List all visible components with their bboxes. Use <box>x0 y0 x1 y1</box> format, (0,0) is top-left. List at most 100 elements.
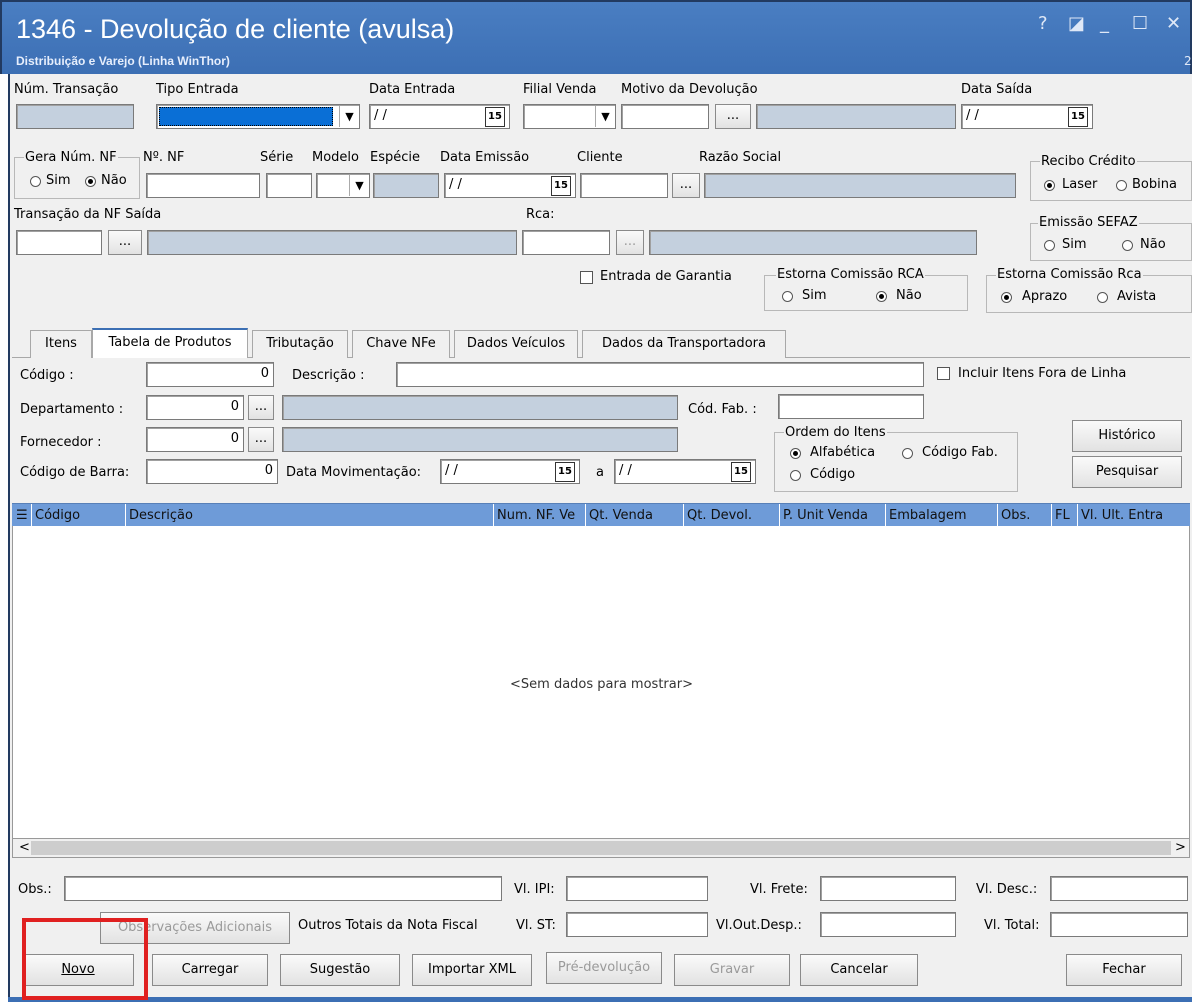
calendar-icon[interactable]: 15 <box>731 462 751 482</box>
pesquisar-button[interactable]: Pesquisar <box>1072 456 1182 488</box>
vl-desc-field[interactable] <box>1050 876 1188 901</box>
estorna-rca-sim-radio[interactable] <box>782 291 793 302</box>
vl-st-field[interactable] <box>566 912 708 937</box>
vl-ipi-label: Vl. IPI: <box>514 882 555 897</box>
calendar-icon[interactable]: 15 <box>555 462 575 482</box>
num-nf-field[interactable] <box>146 173 260 198</box>
sefaz-nao-radio[interactable] <box>1122 240 1133 251</box>
scrollbar-thumb[interactable] <box>31 841 1171 855</box>
vl-ipi-field[interactable] <box>566 876 708 901</box>
pre-devolucao-button[interactable]: Pré-devolução <box>546 952 662 984</box>
fechar-button[interactable]: Fechar <box>1066 954 1182 986</box>
data-saida-label: Data Saída <box>961 82 1033 97</box>
column-num-nf-venda[interactable]: Num. NF. Ve <box>494 504 586 527</box>
ordem-codigo-radio[interactable] <box>790 470 801 481</box>
cancelar-button[interactable]: Cancelar <box>800 954 918 986</box>
fornecedor-lookup-button[interactable]: ... <box>248 427 274 452</box>
tab-dados-veiculos[interactable]: Dados Veículos <box>454 330 578 358</box>
importar-xml-button[interactable]: Importar XML <box>412 954 532 986</box>
ordem-alfabetica-radio[interactable] <box>790 448 801 459</box>
data-entrada-field[interactable]: / / 15 <box>369 104 510 129</box>
tab-tributacao[interactable]: Tributação <box>252 330 348 358</box>
column-p-unit-venda[interactable]: P. Unit Venda <box>780 504 886 527</box>
gera-nao-radio[interactable] <box>85 176 96 187</box>
window-title-bar[interactable]: 1346 - Devolução de cliente (avulsa) Dis… <box>0 0 1192 74</box>
gravar-button[interactable]: Gravar <box>674 954 790 986</box>
descricao-field[interactable] <box>396 362 924 387</box>
sugestao-button[interactable]: Sugestão <box>280 954 400 986</box>
estorna-avista-radio[interactable] <box>1097 292 1108 303</box>
recibo-bobina-radio[interactable] <box>1116 180 1127 191</box>
motivo-devolucao-field[interactable] <box>621 104 709 129</box>
ordem-codigo-fab-radio[interactable] <box>902 448 913 459</box>
maximize-icon[interactable]: ☐ <box>1132 14 1148 34</box>
sefaz-sim-radio[interactable] <box>1044 240 1055 251</box>
serie-field[interactable] <box>266 173 312 198</box>
rca-label: Rca: <box>526 207 555 222</box>
grid-horizontal-scrollbar[interactable]: < > <box>12 838 1190 858</box>
recibo-laser-radio[interactable] <box>1044 180 1055 191</box>
column-qt-venda[interactable]: Qt. Venda <box>586 504 684 527</box>
calendar-icon[interactable]: 15 <box>485 107 505 127</box>
cliente-field[interactable] <box>580 173 668 198</box>
close-icon[interactable]: ✕ <box>1166 14 1181 34</box>
tab-chave-nfe[interactable]: Chave NFe <box>352 330 450 358</box>
tab-itens[interactable]: Itens <box>30 330 92 358</box>
scroll-left-icon[interactable]: < <box>19 840 30 856</box>
column-chooser-icon[interactable]: ☰ <box>12 504 32 527</box>
chevron-down-icon[interactable]: ▼ <box>339 106 359 127</box>
chevron-down-icon[interactable]: ▼ <box>595 106 615 127</box>
column-fl[interactable]: FL <box>1052 504 1078 527</box>
column-qt-devol[interactable]: Qt. Devol. <box>684 504 780 527</box>
cod-fab-field[interactable] <box>778 394 924 419</box>
vl-total-field[interactable] <box>1050 912 1188 937</box>
data-saida-field[interactable]: / / 15 <box>961 104 1093 129</box>
data-mov-to-field[interactable]: / / 15 <box>614 459 756 484</box>
chevron-down-icon[interactable]: ▼ <box>349 175 369 196</box>
column-codigo[interactable]: Código <box>32 504 126 527</box>
estorna-rca-nao-radio[interactable] <box>876 291 887 302</box>
rca-field[interactable] <box>522 230 610 255</box>
help-icon[interactable]: ? <box>1038 14 1048 34</box>
fornecedor-descricao-field <box>282 427 678 452</box>
tab-tabela-produtos[interactable]: Tabela de Produtos <box>92 328 248 358</box>
obs-field[interactable] <box>64 876 502 901</box>
gera-sim-label: Sim <box>46 173 71 188</box>
modelo-select[interactable]: ▼ <box>316 173 370 198</box>
transacao-nf-saida-field[interactable] <box>16 230 102 255</box>
entrada-garantia-checkbox[interactable] <box>580 271 593 284</box>
carregar-button[interactable]: Carregar <box>152 954 268 986</box>
calendar-icon[interactable]: 15 <box>551 176 571 196</box>
column-obs[interactable]: Obs. <box>998 504 1052 527</box>
incluir-fora-linha-checkbox[interactable] <box>937 367 950 380</box>
cliente-lookup-button[interactable]: ... <box>672 173 700 198</box>
scroll-right-icon[interactable]: > <box>1175 840 1186 856</box>
transacao-lookup-button[interactable]: ... <box>108 230 142 255</box>
column-descricao[interactable]: Descrição <box>126 504 494 527</box>
departamento-field[interactable]: 0 <box>146 395 244 420</box>
title-edge-text: 2 <box>1184 54 1192 68</box>
vl-frete-field[interactable] <box>820 876 956 901</box>
vl-out-desp-field[interactable] <box>820 912 956 937</box>
column-embalagem[interactable]: Embalagem <box>886 504 998 527</box>
estorna-aprazo-radio[interactable] <box>1001 292 1012 303</box>
calendar-icon[interactable]: 15 <box>1068 107 1088 127</box>
data-mov-from-field[interactable]: / / 15 <box>440 459 580 484</box>
codigo-barra-field[interactable]: 0 <box>146 459 278 484</box>
rca-lookup-button[interactable]: ... <box>616 230 644 255</box>
codigo-field[interactable]: 0 <box>146 362 274 387</box>
filial-venda-select[interactable]: ▼ <box>523 104 616 129</box>
departamento-lookup-button[interactable]: ... <box>248 395 274 420</box>
vl-desc-label: Vl. Desc.: <box>976 882 1038 897</box>
tipo-entrada-select[interactable]: ▼ <box>156 104 360 129</box>
data-emissao-field[interactable]: / / 15 <box>444 173 576 198</box>
fornecedor-field[interactable]: 0 <box>146 427 244 452</box>
tab-dados-transportadora[interactable]: Dados da Transportadora <box>582 330 786 358</box>
column-vl-ult-entrada[interactable]: Vl. Ult. Entra <box>1078 504 1190 527</box>
restore-icon[interactable]: ◪ <box>1068 14 1085 34</box>
gera-sim-radio[interactable] <box>30 176 41 187</box>
motivo-lookup-button[interactable]: ... <box>715 104 751 129</box>
historico-button[interactable]: Histórico <box>1072 420 1182 452</box>
minimize-icon[interactable]: _ <box>1100 14 1109 34</box>
emissao-sefaz-label: Emissão SEFAZ <box>1038 215 1139 230</box>
